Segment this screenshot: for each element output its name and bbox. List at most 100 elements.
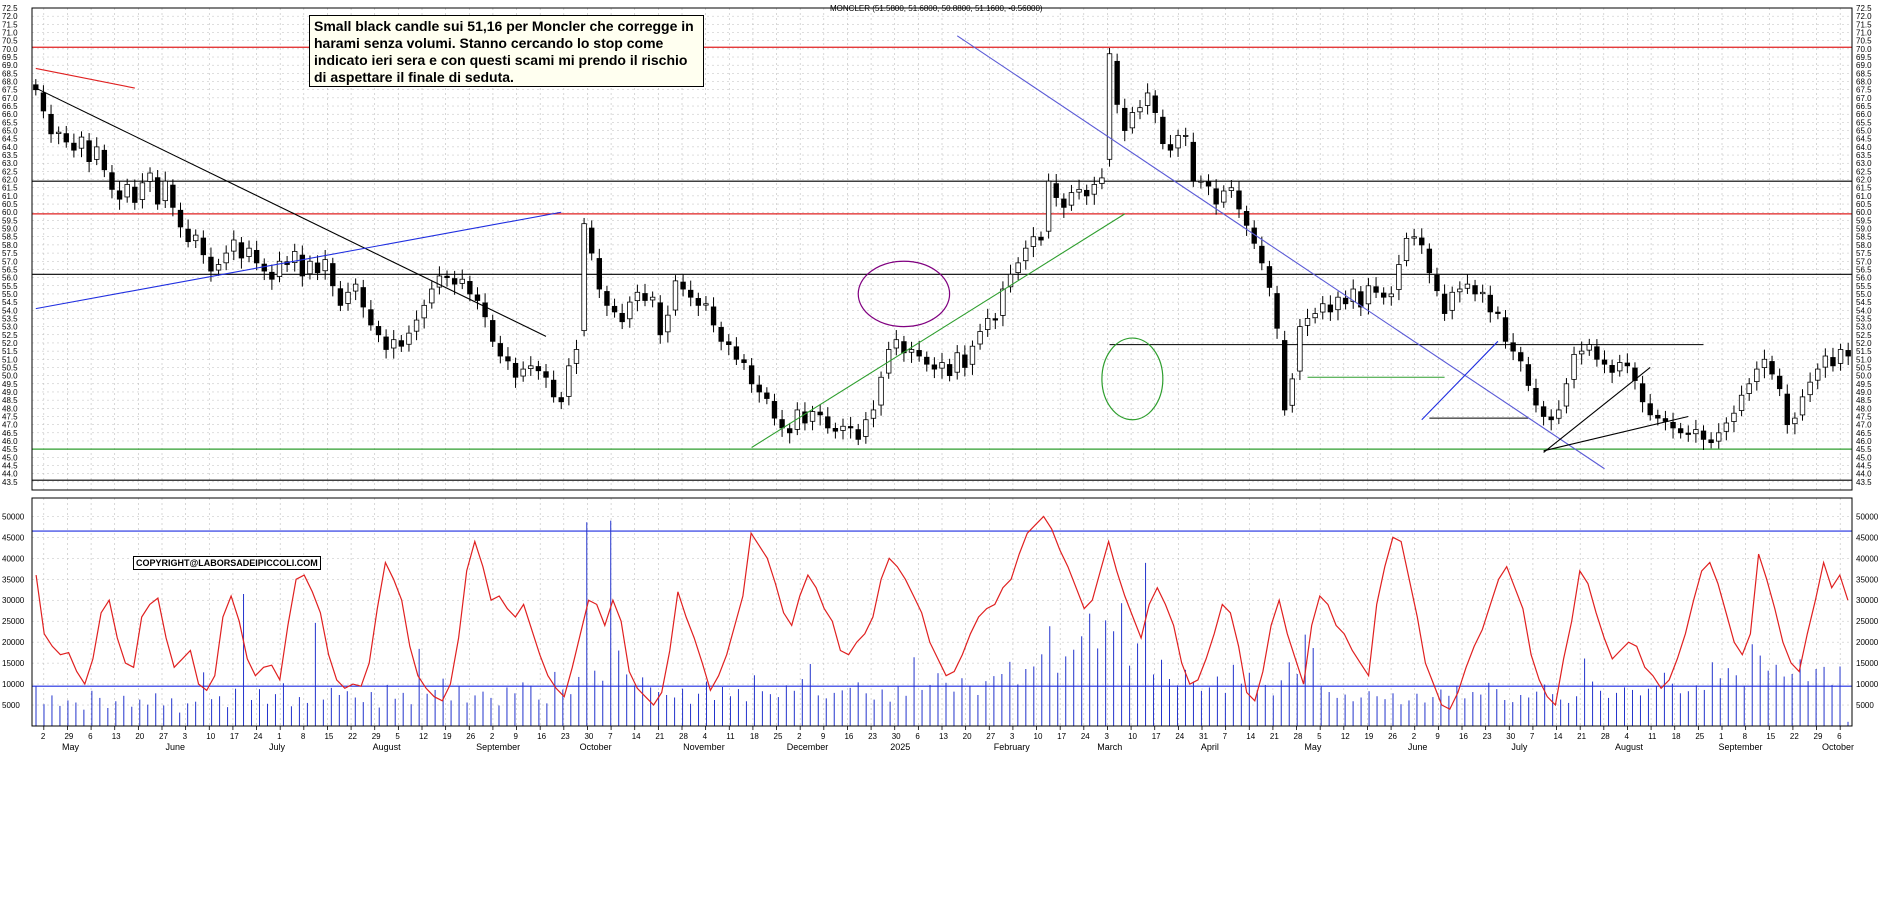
x-day-tick-label: 25 [1695,732,1704,741]
x-month-label: July [1511,742,1528,752]
x-day-tick-label: 2 [797,732,802,741]
candle-body [954,352,960,373]
candle-body [1053,183,1059,198]
candle-body [657,302,663,336]
candle-body [680,281,686,290]
candle-body [1479,291,1486,295]
candle-body [832,428,839,432]
volume-frame [31,497,1853,727]
candle-body [383,336,389,350]
candle-body [40,92,47,112]
x-day-tick-label: 30 [584,732,593,741]
x-day-tick-label: 10 [1128,732,1137,741]
candle-body [1091,184,1097,195]
candle-body [1693,429,1699,435]
candle-body [962,354,968,368]
x-day-tick-label: 23 [561,732,570,741]
x-day-tick-label: 8 [1743,732,1748,741]
candle-body [63,133,69,143]
x-day-tick-label: 30 [892,732,901,741]
volume-tick-label-right: 50000 [1856,512,1879,521]
candle-body [1221,190,1227,203]
x-day-tick-label: 4 [1624,732,1629,741]
candle-body [1449,291,1455,311]
candle-body [1411,236,1417,239]
x-day-tick-label: 6 [1837,732,1842,741]
x-month-label: 2025 [890,742,910,752]
candle-body [931,364,938,370]
candle-body [1716,432,1722,442]
candle-body [1807,381,1813,396]
x-day-tick-label: 31 [1199,732,1208,741]
candle-body [1312,313,1318,319]
candle-body [1617,362,1623,372]
candle-body [1289,378,1295,406]
candle-body [1571,353,1577,380]
candle-body [1327,304,1334,313]
candle-body [1434,274,1440,292]
candle-body [1464,283,1471,289]
x-day-tick-label: 5 [395,732,400,741]
x-day-tick-label: 9 [514,732,519,741]
candle-body [1708,439,1714,444]
candle-body [231,239,237,252]
volume-tick-label-right: 35000 [1856,575,1879,584]
candle-body [200,237,207,256]
candle-body [208,256,214,272]
trendline [1543,415,1689,452]
chart-title: MONCLER (51.5800, 51.6800, 50.8800, 51.1… [830,4,1043,13]
candle-body [124,184,130,198]
candle-body [969,345,976,365]
x-month-label: August [1615,742,1644,752]
candle-body [992,318,998,321]
volume-tick-label-left: 45000 [2,533,25,542]
candle-body [1830,357,1836,367]
candle-body [1754,368,1760,382]
x-day-tick-label: 20 [963,732,972,741]
candle-body [1441,293,1448,314]
candle-body [855,429,861,440]
candle-body [269,271,275,280]
candle-body [1700,430,1707,440]
candle-body [1106,53,1113,160]
candle-body [1472,285,1478,295]
candle-body [1023,247,1029,262]
candle-body [1373,286,1379,293]
volume-tick-label-right: 40000 [1856,554,1879,563]
candle-body [1228,187,1235,191]
x-day-tick-label: 5 [1317,732,1322,741]
candle-body [688,289,694,298]
candle-body [177,209,184,228]
candle-body [847,426,854,429]
candle-body [1457,288,1463,293]
x-day-tick-label: 30 [1506,732,1515,741]
x-day-tick-label: 10 [1034,732,1043,741]
candle-body [1274,293,1280,329]
candle-body [444,275,450,278]
candle-body [132,186,138,203]
x-day-tick-label: 14 [632,732,641,741]
volume-tick-label-right: 5000 [1856,701,1874,710]
candle-body [1281,340,1288,411]
candle-body [139,182,146,200]
candle-body [429,288,435,304]
candle-body [1243,211,1250,226]
x-day-tick-label: 26 [1388,732,1397,741]
x-day-tick-label: 1 [1719,732,1724,741]
candle-body [1784,393,1790,426]
candle-body [94,146,100,160]
x-day-tick-label: 25 [774,732,783,741]
candle-body [421,304,427,319]
volume-tick-label-right: 25000 [1856,617,1879,626]
x-day-tick-label: 15 [1766,732,1775,741]
candle-body [345,291,351,304]
x-day-tick-label: 14 [1246,732,1255,741]
candle-body [116,190,123,200]
candle-body [1533,387,1539,406]
candle-body [528,365,534,370]
x-month-label: July [269,742,286,752]
x-day-tick-label: 16 [1459,732,1468,741]
candle-body [1061,198,1067,208]
candle-body [71,142,77,151]
y-tick-label-left: 43.5 [2,478,18,487]
